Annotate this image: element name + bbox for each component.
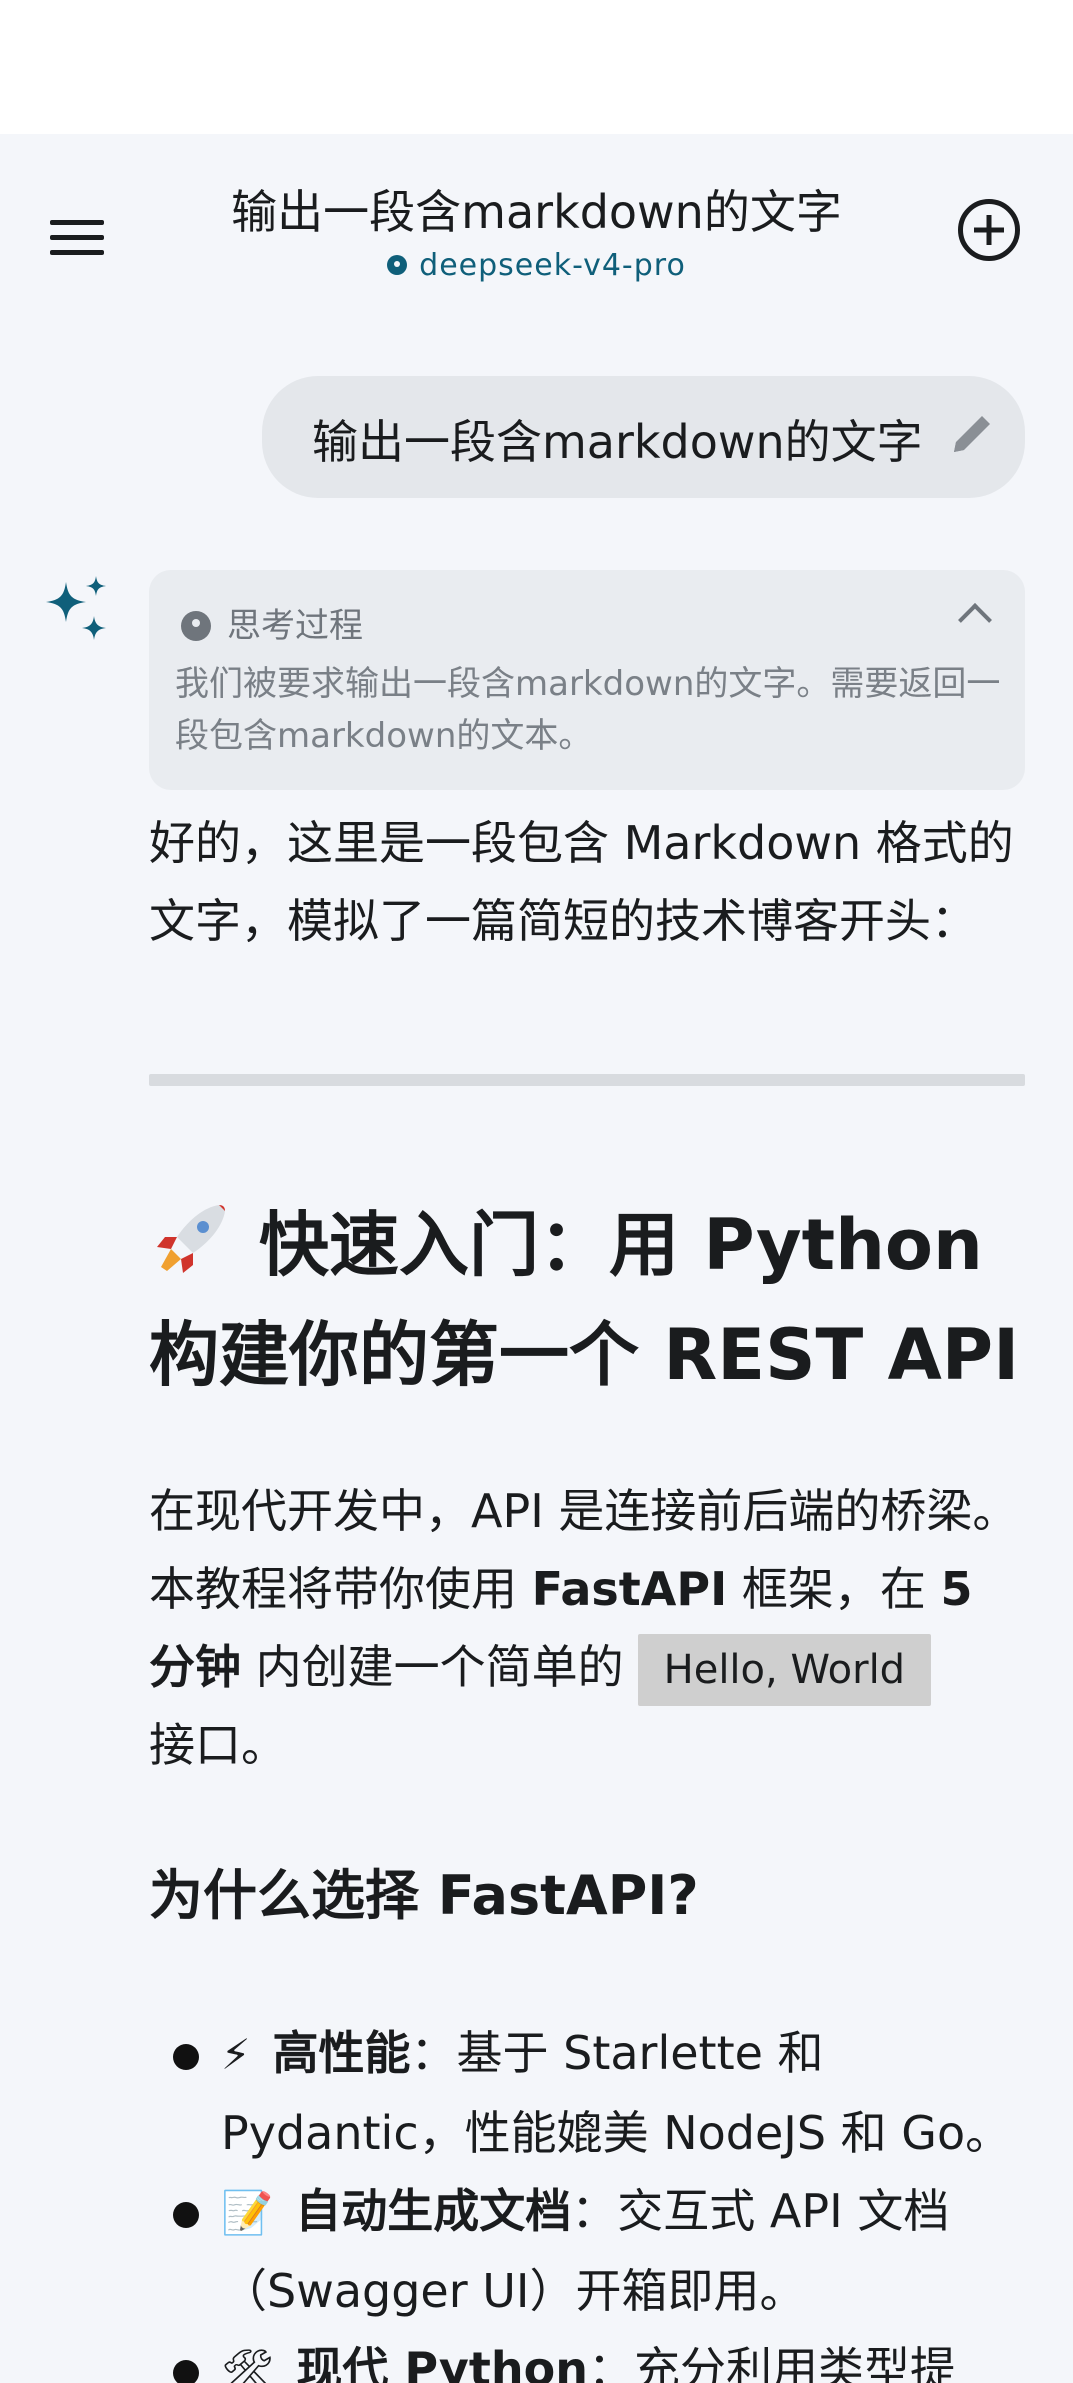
paragraph-text: 接口。: [149, 1718, 287, 1772]
menu-icon: [50, 220, 104, 225]
feature-list: ⚡ 高性能：基于 Starlette 和 Pydantic，性能媲美 NodeJS…: [149, 2014, 1029, 2383]
bullet: [173, 2360, 199, 2383]
bullet: [173, 2202, 199, 2228]
list-item: ⚡ 高性能：基于 Starlette 和 Pydantic，性能媲美 NodeJS…: [149, 2014, 1029, 2172]
header: 输出一段含markdown的文字 deepseek-v4-pro: [0, 134, 1073, 304]
lightning-icon: ⚡: [221, 2030, 251, 2079]
list-item-title: 现代 Python: [296, 2342, 588, 2383]
paragraph-bold: FastAPI: [531, 1562, 728, 1616]
reply-paragraph: 在现代开发中，API 是连接前后端的桥梁。本教程将带你使用 FastAPI 框架…: [149, 1472, 1029, 1784]
list-item-text: ：充分利用类型提: [587, 2342, 956, 2383]
menu-icon-bar: [50, 235, 104, 240]
thinking-panel[interactable]: 思考过程 我们被要求输出一段含markdown的文字。需要返回一段包含markd…: [149, 570, 1025, 790]
model-icon: [387, 255, 408, 275]
thinking-label: 思考过程: [227, 606, 363, 646]
paragraph-text: 内创建一个简单的: [241, 1640, 624, 1694]
paragraph-text: 框架，在: [727, 1562, 941, 1616]
tools-icon: 🛠: [221, 2346, 275, 2383]
reply-intro: 好的，这里是一段包含 Markdown 格式的文字，模拟了一篇简短的技术博客开头…: [149, 816, 1014, 948]
thinking-header: 思考过程: [181, 598, 363, 647]
model-selector[interactable]: deepseek-v4-pro: [180, 248, 893, 283]
rocket-icon: [157, 1205, 225, 1273]
chevron-up-icon[interactable]: [958, 603, 992, 637]
chat-app: 输出一段含markdown的文字 deepseek-v4-pro 输出一段含ma…: [0, 134, 1073, 2383]
list-item: 🛠 现代 Python：充分利用类型提: [149, 2330, 1029, 2383]
user-message-text: 输出一段含markdown的文字: [312, 415, 923, 469]
reply-heading-text: 快速入门：用 Python 构建你的第一个 REST API: [149, 1204, 1020, 1396]
lightbulb-icon: [181, 611, 211, 641]
model-name: deepseek-v4-pro: [419, 248, 686, 283]
menu-button[interactable]: [40, 204, 116, 264]
chat-title: 输出一段含markdown的文字: [231, 185, 842, 239]
sparkle-icon: [46, 576, 106, 640]
reply-heading: 快速入门：用 Python 构建你的第一个 REST API: [149, 1190, 1029, 1410]
inline-code: Hello, World: [637, 1634, 932, 1706]
bullet: [173, 2044, 199, 2070]
edit-icon[interactable]: [942, 404, 1002, 464]
list-item: 📝 自动生成文档：交互式 API 文档（Swagger UI）开箱即用。: [149, 2172, 1029, 2330]
list-item-title: 自动生成文档: [295, 2184, 572, 2238]
status-bar: [0, 0, 1073, 134]
thinking-text: 我们被要求输出一段含markdown的文字。需要返回一段包含markdown的文…: [175, 664, 1001, 756]
list-item-title: 高性能: [272, 2026, 411, 2080]
menu-icon-bar: [50, 250, 104, 255]
new-chat-button[interactable]: [958, 199, 1020, 261]
reply-subheading: 为什么选择 FastAPI?: [149, 1864, 699, 1927]
memo-icon: 📝: [221, 2188, 274, 2237]
divider: [149, 1074, 1025, 1086]
user-message-bubble: 输出一段含markdown的文字: [262, 376, 1025, 498]
